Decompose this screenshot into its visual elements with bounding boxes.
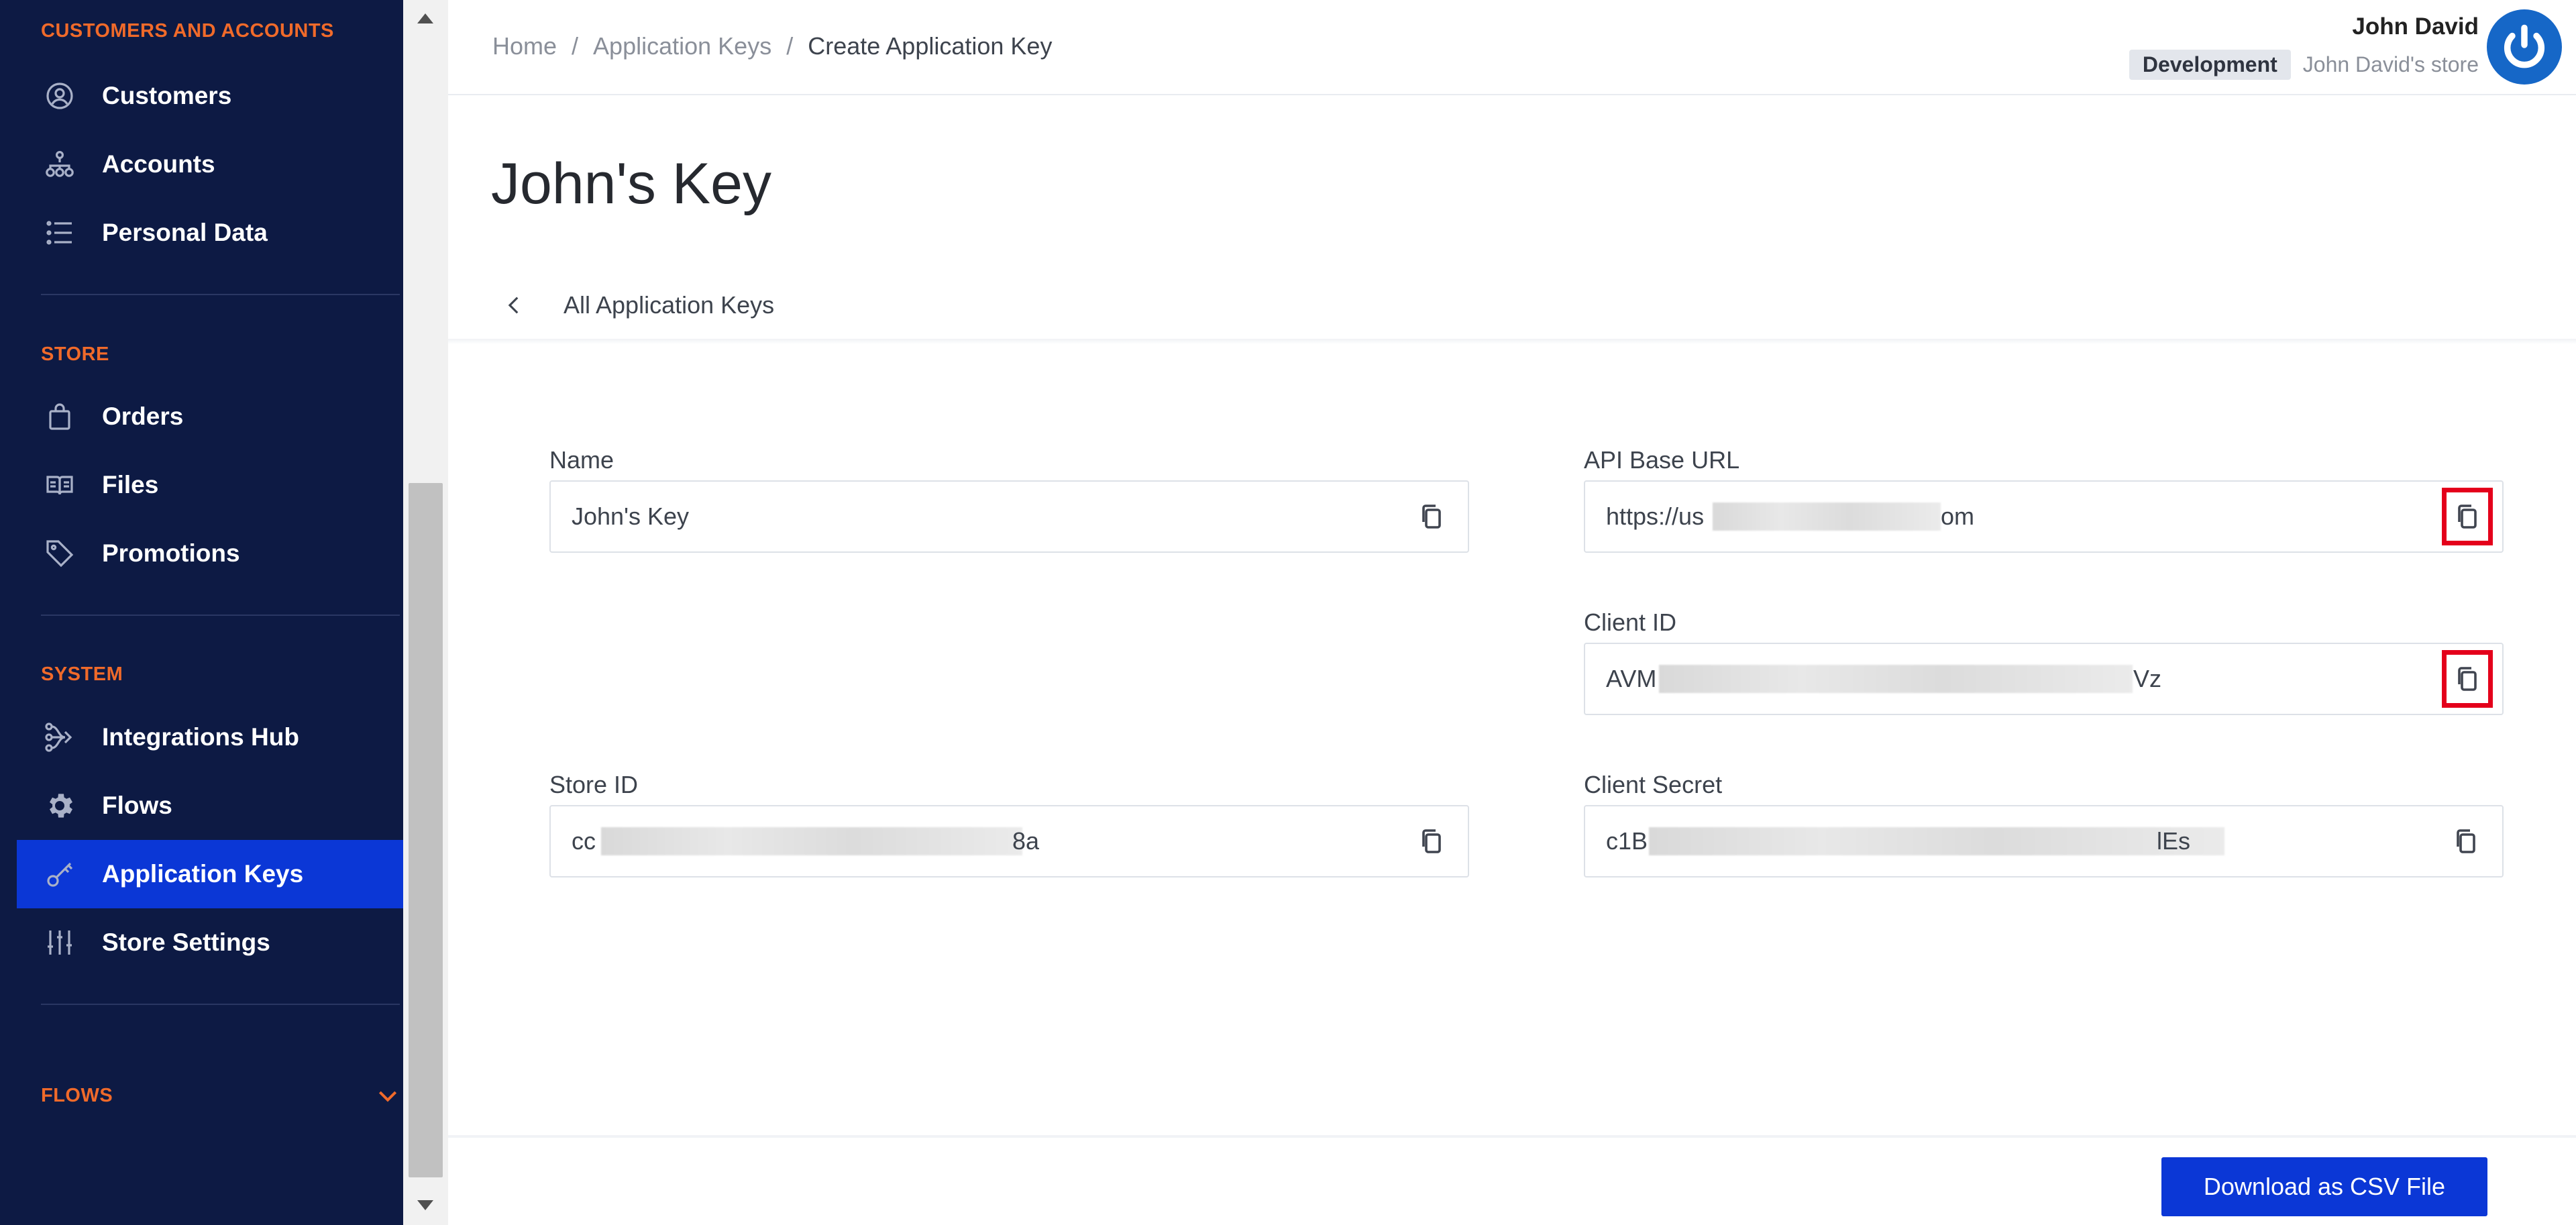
section-heading-customers-and-accounts: CUSTOMERS AND ACCOUNTS: [41, 20, 334, 42]
copy-icon[interactable]: [2440, 812, 2491, 870]
sidebar-item-label: Application Keys: [102, 860, 304, 888]
store-id-value-start: cc: [572, 827, 596, 855]
book-icon: [42, 468, 77, 502]
sidebar-item-application-keys[interactable]: Application Keys: [17, 840, 403, 908]
name-label: Name: [549, 446, 614, 474]
sidebar-item-promotions[interactable]: Promotions: [17, 519, 403, 588]
client-id-field[interactable]: AVM Vz: [1584, 643, 2504, 715]
sidebar-item-orders[interactable]: Orders: [17, 382, 403, 451]
api-base-url-value-end: om: [1941, 502, 1975, 530]
redacted-value: [1713, 502, 1941, 531]
sidebar: CUSTOMERS AND ACCOUNTS Customers Account…: [0, 0, 403, 1225]
power-icon: [2504, 24, 2545, 68]
hub-icon: [42, 720, 77, 755]
client-id-label: Client ID: [1584, 608, 1677, 636]
page-header-divider: [448, 339, 2576, 344]
api-base-url-label: API Base URL: [1584, 446, 1740, 474]
copy-icon[interactable]: [2442, 488, 2493, 545]
footer-divider: [448, 1135, 2576, 1138]
redacted-value: [1649, 827, 2224, 855]
user-name[interactable]: John David: [2352, 13, 2479, 40]
sidebar-divider: [41, 294, 400, 295]
page-title: John's Key: [491, 152, 771, 216]
sidebar-item-integrations-hub[interactable]: Integrations Hub: [17, 703, 403, 771]
back-link[interactable]: All Application Keys: [503, 288, 774, 322]
avatar[interactable]: [2487, 9, 2562, 85]
environment-row: Development John David's store: [2129, 50, 2479, 80]
client-secret-value-start: c1B: [1606, 827, 1648, 855]
tag-icon: [42, 536, 77, 571]
user-circle-icon: [42, 78, 77, 113]
client-secret-field[interactable]: c1B lEs: [1584, 805, 2504, 877]
sidebar-item-customers[interactable]: Customers: [17, 62, 403, 130]
key-icon: [42, 857, 77, 892]
sliders-icon: [42, 925, 77, 960]
client-secret-value-end: lEs: [2157, 827, 2191, 855]
store-id-label: Store ID: [549, 771, 639, 798]
breadcrumb-home[interactable]: Home: [492, 32, 557, 60]
copy-icon[interactable]: [1406, 812, 1457, 870]
redacted-value: [601, 827, 1022, 855]
back-link-label[interactable]: All Application Keys: [564, 291, 774, 319]
chevron-left-icon[interactable]: [503, 294, 526, 317]
section-heading-flows[interactable]: FLOWS: [41, 1085, 113, 1107]
section-heading-store: STORE: [41, 343, 109, 365]
breadcrumb-current: Create Application Key: [808, 32, 1053, 60]
sidebar-item-label: Flows: [102, 792, 172, 819]
scrollbar-thumb[interactable]: [409, 483, 443, 1177]
store-id-field[interactable]: cc 8a: [549, 805, 1469, 877]
sidebar-item-files[interactable]: Files: [17, 451, 403, 519]
sidebar-item-label: Personal Data: [102, 219, 268, 246]
client-secret-label: Client Secret: [1584, 771, 1723, 798]
store-id-value-end: 8a: [1012, 827, 1040, 855]
client-id-value-end: Vz: [2133, 665, 2162, 692]
chevron-down-icon[interactable]: [374, 1082, 401, 1109]
name-field[interactable]: John's Key: [549, 480, 1469, 553]
client-id-value-start: AVM: [1606, 665, 1657, 692]
list-icon: [42, 215, 77, 250]
gear-icon: [42, 788, 77, 823]
sidebar-item-label: Customers: [102, 82, 232, 109]
scroll-down-arrow-icon[interactable]: [415, 1194, 435, 1214]
sidebar-item-label: Orders: [102, 403, 184, 430]
sidebar-item-store-settings[interactable]: Store Settings: [17, 908, 403, 977]
sidebar-divider: [41, 1004, 400, 1005]
copy-icon[interactable]: [1406, 488, 1457, 545]
copy-icon[interactable]: [2442, 650, 2493, 708]
account-tree-icon: [42, 147, 77, 182]
section-heading-system: SYSTEM: [41, 663, 123, 685]
top-bar: Home / Application Keys / Create Applica…: [448, 0, 2576, 95]
breadcrumb: Home / Application Keys / Create Applica…: [492, 32, 1052, 60]
sidebar-item-flows[interactable]: Flows: [17, 771, 403, 840]
redacted-value: [1659, 665, 2133, 693]
api-base-url-field[interactable]: https://us om: [1584, 480, 2504, 553]
environment-badge: Development: [2129, 50, 2291, 80]
sidebar-item-label: Integrations Hub: [102, 723, 299, 751]
shopping-bag-icon: [42, 399, 77, 434]
sidebar-item-label: Store Settings: [102, 928, 270, 956]
sidebar-item-label: Promotions: [102, 539, 240, 567]
sidebar-item-label: Files: [102, 471, 159, 498]
store-name: John David's store: [2302, 52, 2479, 76]
breadcrumb-separator: /: [786, 32, 794, 60]
download-csv-button[interactable]: Download as CSV File: [2161, 1157, 2487, 1216]
sidebar-item-personal-data[interactable]: Personal Data: [17, 199, 403, 267]
sidebar-divider: [41, 615, 400, 616]
sidebar-item-label: Accounts: [102, 150, 215, 178]
breadcrumb-separator: /: [572, 32, 579, 60]
sidebar-scrollbar[interactable]: [403, 0, 448, 1225]
sidebar-item-accounts[interactable]: Accounts: [17, 130, 403, 199]
breadcrumb-application-keys[interactable]: Application Keys: [593, 32, 771, 60]
api-base-url-value-start: https://us: [1606, 502, 1705, 530]
scroll-up-arrow-icon[interactable]: [415, 9, 435, 30]
name-value: John's Key: [572, 502, 689, 530]
